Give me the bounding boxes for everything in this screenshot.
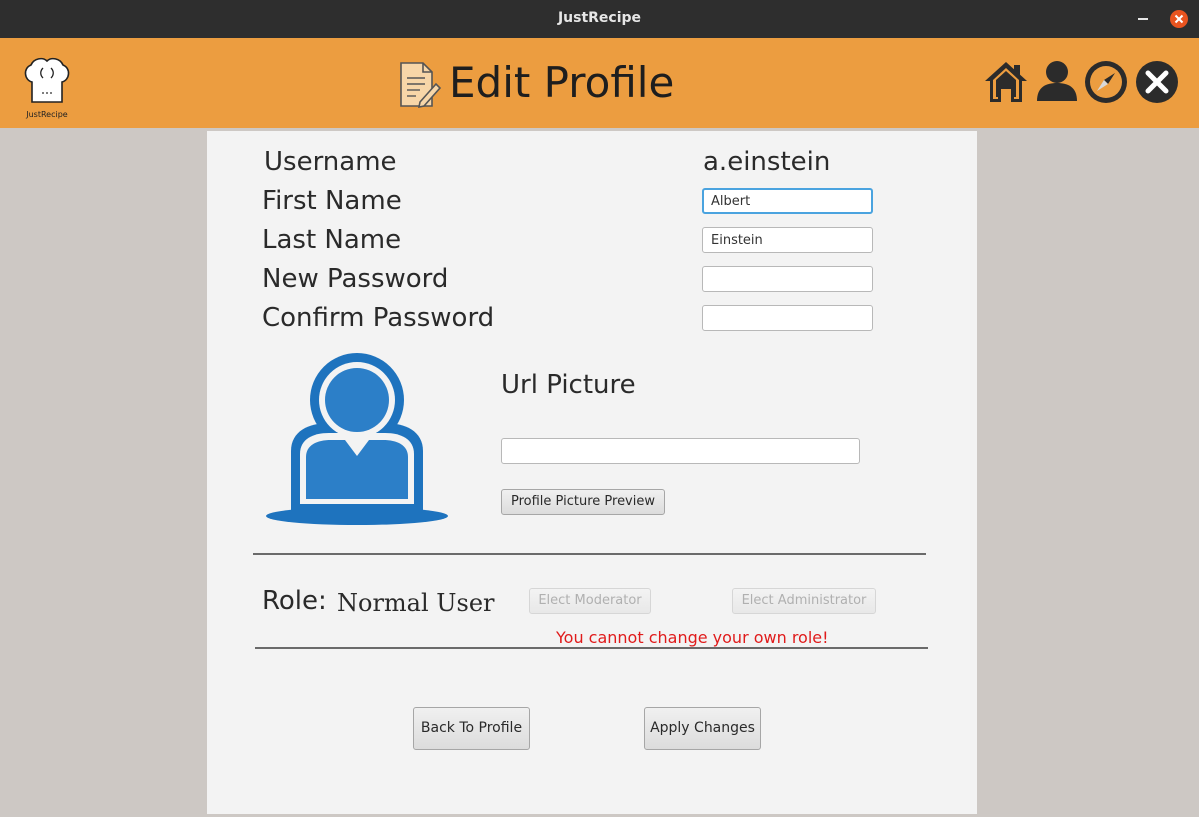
- role-label: Role:: [262, 586, 327, 616]
- explore-button[interactable]: [1083, 59, 1129, 105]
- app-logo: JustRecipe: [22, 56, 72, 119]
- apply-changes-button[interactable]: Apply Changes: [644, 707, 761, 750]
- close-icon: [1174, 14, 1184, 24]
- confirm-password-label: Confirm Password: [262, 303, 495, 333]
- role-value: Normal User: [337, 589, 495, 617]
- profile-picture-preview-button[interactable]: Profile Picture Preview: [501, 489, 665, 515]
- window-close-button[interactable]: [1170, 10, 1188, 28]
- close-icon: [1136, 61, 1178, 103]
- back-to-profile-button[interactable]: Back To Profile: [413, 707, 530, 750]
- confirm-password-field[interactable]: [702, 305, 873, 331]
- user-avatar-icon: [266, 353, 448, 525]
- first-name-field[interactable]: [702, 188, 873, 214]
- username-value: a.einstein: [703, 147, 831, 177]
- compass-icon: [1085, 61, 1127, 103]
- picture-url-field[interactable]: [501, 438, 860, 464]
- edit-profile-panel: Username a.einstein First Name Last Name…: [207, 131, 977, 814]
- last-name-label: Last Name: [262, 225, 402, 255]
- page-title: Edit Profile: [449, 58, 675, 107]
- divider-top: [253, 553, 926, 555]
- username-label: Username: [264, 147, 397, 177]
- new-password-field[interactable]: [702, 266, 873, 292]
- first-name-label: First Name: [262, 186, 402, 216]
- home-icon: [985, 62, 1027, 102]
- user-icon: [1037, 61, 1077, 101]
- minimize-icon: [1138, 18, 1148, 20]
- window-title: JustRecipe: [557, 10, 642, 26]
- chef-hat-icon: [24, 57, 70, 103]
- divider-bottom: [255, 647, 928, 649]
- last-name-field[interactable]: [702, 227, 873, 253]
- url-picture-label: Url Picture: [501, 370, 636, 400]
- app-header: JustRecipe Edit Profile: [0, 38, 1199, 128]
- profile-picture: [265, 351, 451, 529]
- minimize-button[interactable]: [1132, 8, 1154, 30]
- role-warning-message: You cannot change your own role!: [556, 628, 829, 647]
- elect-moderator-button[interactable]: Elect Moderator: [529, 588, 651, 614]
- logo-text: JustRecipe: [26, 110, 68, 119]
- profile-button[interactable]: [1034, 59, 1080, 105]
- logout-button[interactable]: [1134, 59, 1180, 105]
- home-button[interactable]: [983, 59, 1029, 105]
- window-titlebar: JustRecipe: [0, 0, 1199, 38]
- elect-administrator-button[interactable]: Elect Administrator: [732, 588, 876, 614]
- new-password-label: New Password: [262, 264, 449, 294]
- edit-document-icon: [398, 60, 442, 110]
